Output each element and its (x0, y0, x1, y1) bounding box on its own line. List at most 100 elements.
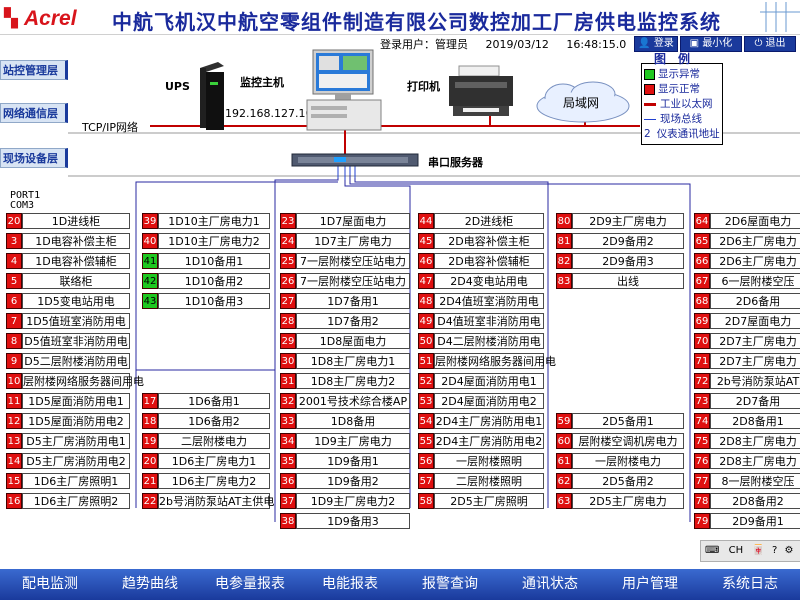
device-address-badge[interactable]: 27 (280, 293, 296, 309)
device-address-badge[interactable]: 55 (418, 433, 434, 449)
device-address-badge[interactable]: 18 (142, 413, 158, 429)
device-address-badge[interactable]: 76 (694, 453, 710, 469)
device-cell[interactable]: 1D8主厂房电力2 (296, 373, 410, 389)
nav-item[interactable]: 趋势曲线 (100, 569, 200, 600)
device-address-badge[interactable]: 72 (694, 373, 710, 389)
device-address-badge[interactable]: 24 (280, 233, 296, 249)
device-cell[interactable]: 二层附楼照明 (434, 473, 544, 489)
device-cell[interactable]: 1D10备用3 (158, 293, 270, 309)
device-cell[interactable]: 1D6备用2 (158, 413, 270, 429)
nav-item[interactable]: 电能报表 (300, 569, 400, 600)
device-cell[interactable]: 1D5变电站用电 (22, 293, 130, 309)
device-cell[interactable]: 2D8主厂房电力 (710, 433, 800, 449)
device-address-badge[interactable]: 70 (694, 333, 710, 349)
nav-item[interactable]: 用户管理 (600, 569, 700, 600)
device-address-badge[interactable]: 6 (6, 293, 22, 309)
device-address-badge[interactable]: 34 (280, 433, 296, 449)
nav-item[interactable]: 报警查询 (400, 569, 500, 600)
device-address-badge[interactable]: 38 (280, 513, 296, 529)
nav-item[interactable]: 系统日志 (700, 569, 800, 600)
device-address-badge[interactable]: 8 (6, 333, 22, 349)
device-cell[interactable]: 出线 (572, 273, 684, 289)
device-address-badge[interactable]: 62 (556, 473, 572, 489)
device-cell[interactable]: D4二层附楼消防用电 (434, 333, 544, 349)
device-address-badge[interactable]: 20 (142, 453, 158, 469)
device-address-badge[interactable]: 4 (6, 253, 22, 269)
device-cell[interactable]: D5主厂房消防用电1 (22, 433, 130, 449)
device-address-badge[interactable]: 26 (280, 273, 296, 289)
device-address-badge[interactable]: 25 (280, 253, 296, 269)
device-address-badge[interactable]: 46 (418, 253, 434, 269)
device-cell[interactable]: 1D7备用2 (296, 313, 410, 329)
device-address-badge[interactable]: 10 (6, 373, 22, 389)
device-address-badge[interactable]: 32 (280, 393, 296, 409)
device-address-badge[interactable]: 17 (142, 393, 158, 409)
device-address-badge[interactable]: 19 (142, 433, 158, 449)
device-cell[interactable]: 2D6主厂房电力 (710, 233, 800, 249)
device-cell[interactable]: 1D9备用2 (296, 473, 410, 489)
device-address-badge[interactable]: 36 (280, 473, 296, 489)
device-cell[interactable]: 1D6备用1 (158, 393, 270, 409)
device-address-badge[interactable]: 15 (6, 473, 22, 489)
device-cell[interactable]: 1D进线柜 (22, 213, 130, 229)
device-address-badge[interactable]: 71 (694, 353, 710, 369)
device-address-badge[interactable]: 73 (694, 393, 710, 409)
device-address-badge[interactable]: 69 (694, 313, 710, 329)
device-address-badge[interactable]: 9 (6, 353, 22, 369)
device-address-badge[interactable]: 3 (6, 233, 22, 249)
device-cell[interactable]: 层附楼空调机房电力 (572, 433, 684, 449)
device-cell[interactable]: 1D7主厂房电力 (296, 233, 410, 249)
device-cell[interactable]: D5值班室非消防用电 (22, 333, 130, 349)
device-address-badge[interactable]: 79 (694, 513, 710, 529)
device-address-badge[interactable]: 21 (142, 473, 158, 489)
tray-help-icon[interactable]: ? (772, 545, 777, 556)
device-cell[interactable]: 1D7屋面电力 (296, 213, 410, 229)
nav-item[interactable]: 配电监测 (0, 569, 100, 600)
device-cell[interactable]: 2D7备用 (710, 393, 800, 409)
nav-item[interactable]: 通讯状态 (500, 569, 600, 600)
device-address-badge[interactable]: 60 (556, 433, 572, 449)
device-address-badge[interactable]: 64 (694, 213, 710, 229)
device-cell[interactable]: 1D8备用 (296, 413, 410, 429)
device-cell[interactable]: 层附楼网络服务器间用电 (434, 353, 556, 369)
device-cell[interactable]: 2D5主厂房照明 (434, 493, 544, 509)
device-address-badge[interactable]: 81 (556, 233, 572, 249)
device-cell[interactable]: 2D4屋面消防用电2 (434, 393, 544, 409)
device-cell[interactable]: 2D4屋面消防用电1 (434, 373, 544, 389)
device-cell[interactable]: 2b号消防泵站AT (710, 373, 800, 389)
device-address-badge[interactable]: 7 (6, 313, 22, 329)
device-cell[interactable]: 1D8屋面电力 (296, 333, 410, 349)
device-address-badge[interactable]: 41 (142, 253, 158, 269)
device-address-badge[interactable]: 80 (556, 213, 572, 229)
device-address-badge[interactable]: 50 (418, 333, 434, 349)
device-address-badge[interactable]: 20 (6, 213, 22, 229)
device-address-badge[interactable]: 49 (418, 313, 434, 329)
device-cell[interactable]: 2D6备用 (710, 293, 800, 309)
device-cell[interactable]: 2D7主厂房电力 (710, 333, 800, 349)
device-cell[interactable]: 1D6主厂房照明2 (22, 493, 130, 509)
device-address-badge[interactable]: 45 (418, 233, 434, 249)
device-cell[interactable]: 2D9主厂房电力 (572, 213, 684, 229)
device-address-badge[interactable]: 67 (694, 273, 710, 289)
device-address-badge[interactable]: 42 (142, 273, 158, 289)
device-cell[interactable]: D4值班室非消防用电 (434, 313, 544, 329)
device-address-badge[interactable]: 63 (556, 493, 572, 509)
device-cell[interactable]: 2D4变电站用电 (434, 273, 544, 289)
device-address-badge[interactable]: 75 (694, 433, 710, 449)
device-address-badge[interactable]: 12 (6, 413, 22, 429)
device-cell[interactable]: 1D5屋面消防用电2 (22, 413, 130, 429)
device-cell[interactable]: D5主厂房消防用电2 (22, 453, 130, 469)
device-cell[interactable]: 2D9备用2 (572, 233, 684, 249)
device-cell[interactable]: 2D4主厂房消防用电2 (434, 433, 544, 449)
device-cell[interactable]: 6一层附楼空压 (710, 273, 800, 289)
device-cell[interactable]: 2D8主厂房电力 (710, 453, 800, 469)
device-address-badge[interactable]: 39 (142, 213, 158, 229)
device-cell[interactable]: 2D9备用3 (572, 253, 684, 269)
device-cell[interactable]: 2D4主厂房消防用电1 (434, 413, 544, 429)
device-address-badge[interactable]: 61 (556, 453, 572, 469)
device-address-badge[interactable]: 78 (694, 493, 710, 509)
device-address-badge[interactable]: 47 (418, 273, 434, 289)
device-address-badge[interactable]: 66 (694, 253, 710, 269)
device-address-badge[interactable]: 22 (142, 493, 158, 509)
device-cell[interactable]: 1D10备用1 (158, 253, 270, 269)
